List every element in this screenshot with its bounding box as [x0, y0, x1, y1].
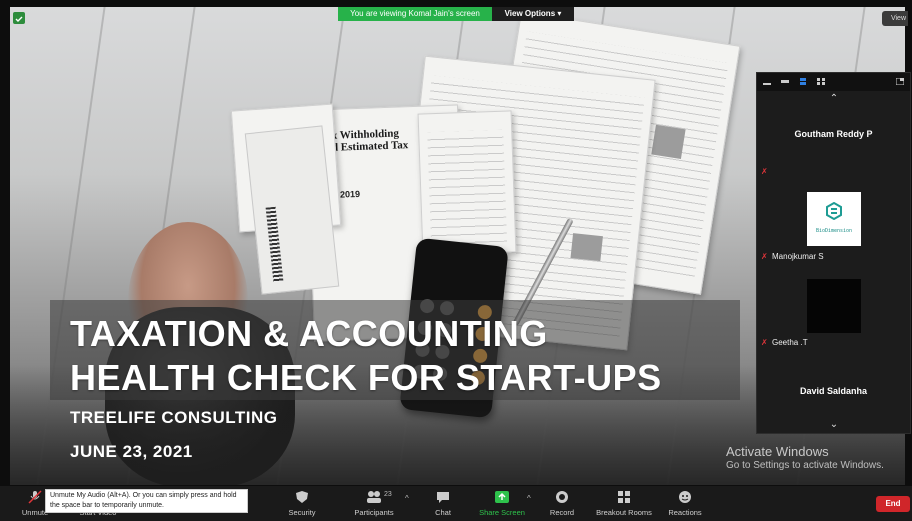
participants-icon — [367, 491, 381, 503]
security-button[interactable]: Security — [282, 486, 322, 521]
chat-button[interactable]: Chat — [428, 486, 458, 521]
unmute-tooltip: Unmute My Audio (Alt+A). Or you can simp… — [45, 489, 248, 513]
participant-name: Geetha .T — [772, 338, 808, 347]
mic-muted-icon — [28, 490, 42, 504]
caret-up-icon[interactable]: ^ — [527, 494, 531, 503]
barcode — [265, 206, 284, 283]
reactions-button[interactable]: Reactions — [664, 486, 706, 521]
reactions-icon — [679, 491, 691, 503]
envelope — [244, 125, 340, 295]
minimize-icon[interactable] — [763, 78, 771, 85]
zoom-meeting-window: Tax Withholding and Estimated Tax 2019 T… — [0, 0, 912, 521]
view-options-button[interactable]: View Options ▾ — [492, 7, 574, 21]
booklet-year: 2019 — [339, 188, 361, 200]
participant-name: David Saldanha — [799, 386, 868, 396]
participant-name: Manojkumar S — [772, 252, 824, 261]
mic-muted-icon: ✗ — [761, 338, 768, 347]
participant-logo: BioDimension — [807, 192, 861, 246]
record-icon — [556, 491, 568, 503]
end-meeting-button[interactable]: End — [876, 496, 910, 512]
exit-fullscreen-icon[interactable] — [896, 78, 904, 85]
slide-title: TAXATION & ACCOUNTING HEALTH CHECK FOR S… — [70, 312, 662, 400]
chat-icon — [437, 492, 449, 503]
record-button[interactable]: Record — [545, 486, 579, 521]
shield-icon[interactable] — [13, 12, 25, 24]
participants-label: Participants — [354, 508, 394, 517]
mic-muted-icon: ✗ — [761, 252, 768, 261]
scroll-down-icon[interactable]: ⌄ — [827, 419, 841, 431]
watermark-line1: Activate Windows — [726, 444, 829, 459]
record-label: Record — [549, 508, 575, 517]
scroll-up-icon[interactable]: ⌃ — [827, 93, 841, 105]
chat-label: Chat — [435, 508, 451, 517]
gallery-view-icon[interactable] — [817, 78, 825, 85]
contents-page — [417, 110, 517, 256]
chevron-down-icon: ▾ — [557, 9, 562, 18]
mic-muted-icon: ✗ — [761, 167, 768, 176]
participant-name: Goutham Reddy P — [794, 129, 873, 139]
share-screen-label: Share Screen — [479, 508, 525, 517]
slide-company: TREELIFE CONSULTING — [70, 408, 278, 427]
security-label: Security — [288, 508, 316, 517]
logo-wordmark: BioDimension — [815, 228, 853, 234]
slide-date: JUNE 23, 2021 — [70, 442, 193, 461]
biodimension-logo-icon — [826, 202, 842, 220]
participant-video-off — [807, 279, 861, 333]
watermark-line2: Go to Settings to activate Windows. — [726, 460, 884, 471]
share-screen-button[interactable]: Share Screen — [474, 486, 530, 521]
activate-windows-watermark: Activate Windows Go to Settings to activ… — [726, 444, 884, 471]
reactions-label: Reactions — [668, 508, 702, 517]
breakout-rooms-icon — [618, 491, 630, 503]
participants-count: 23 — [384, 491, 392, 498]
gallery-toolbar — [757, 73, 910, 91]
shield-icon — [296, 491, 308, 503]
slide-title-line2: HEALTH CHECK FOR START-UPS — [70, 357, 662, 398]
participant-tile: Goutham Reddy P ✗ — [757, 107, 910, 189]
participants-button[interactable]: 23 Participants — [346, 486, 402, 521]
share-screen-icon — [495, 491, 509, 503]
viewing-screen-banner: You are viewing Komal Jain's screen — [338, 7, 492, 21]
breakout-rooms-label: Breakout Rooms — [596, 508, 652, 517]
participant-gallery: ⌃ Goutham Reddy P ✗ BioDimension ✗ Manoj… — [756, 72, 911, 434]
slide-title-line1: TAXATION & ACCOUNTING — [70, 313, 548, 354]
thumbnail-view-icon[interactable] — [781, 78, 789, 85]
view-button[interactable]: View — [882, 11, 908, 26]
view-options-label: View Options — [504, 9, 556, 18]
caret-up-icon[interactable]: ^ — [405, 494, 409, 503]
speaker-view-icon[interactable] — [799, 78, 807, 85]
breakout-rooms-button[interactable]: Breakout Rooms — [590, 486, 658, 521]
